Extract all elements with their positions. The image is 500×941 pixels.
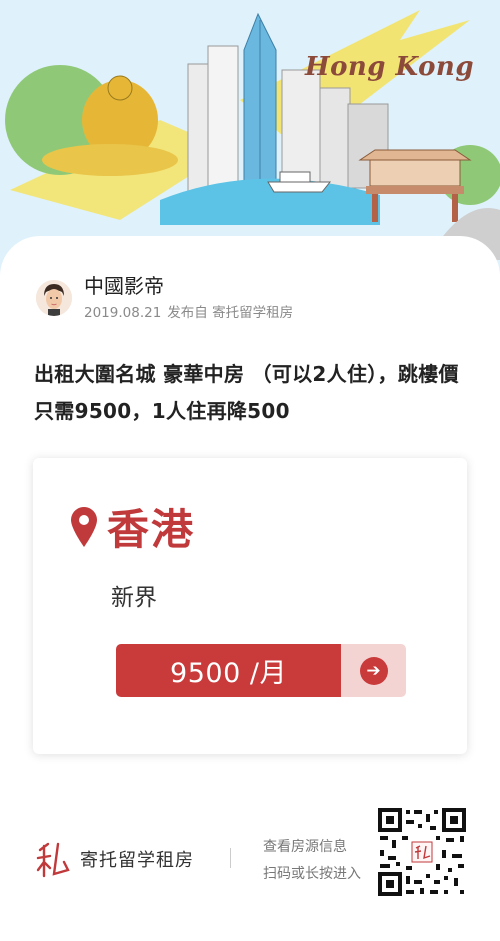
footer: 寄托留学租房 查看房源信息 扫码或长按进入 (0, 800, 500, 920)
post-date: 2019.08.21 (84, 305, 162, 321)
go-button[interactable]: ➔ (341, 644, 406, 697)
author-meta: 2019.08.21 发布自 寄托留学租房 (84, 301, 293, 321)
hero-title: Hong Kong (305, 52, 474, 82)
avatar-portrait-icon (36, 279, 72, 316)
brand-name: 寄托留学租房 (80, 850, 194, 871)
district-name: 新界 (111, 585, 157, 611)
footer-divider (230, 848, 231, 868)
publish-source: 发布自 寄托留学租房 (167, 305, 294, 321)
brand-logo-icon (36, 842, 70, 878)
avatar[interactable] (36, 279, 72, 316)
city-name: 香港 (107, 505, 196, 554)
price-label: 9500 /月 (116, 644, 341, 697)
post-title: 出租大圍名城 豪華中房 （可以2人住），跳樓價只需9500，1人住再降500 (34, 362, 459, 423)
author-name[interactable]: 中國影帝 (84, 274, 293, 298)
qr-caption-line2: 扫码或长按进入 (263, 866, 361, 882)
listing-card[interactable]: 香港 新界 9500 /月 ➔ (33, 458, 467, 754)
arrow-right-icon: ➔ (359, 656, 388, 685)
qr-caption-line1: 查看房源信息 (263, 839, 347, 855)
qr-code-icon[interactable] (376, 806, 468, 898)
location-row: 香港 (71, 496, 195, 557)
qr-caption: 查看房源信息 扫码或长按进入 (263, 834, 361, 888)
price-button[interactable]: 9500 /月 ➔ (116, 644, 406, 697)
brand: 寄托留学租房 (36, 840, 194, 878)
location-pin-icon (71, 506, 97, 547)
author-block: 中國影帝 2019.08.21 发布自 寄托留学租房 (36, 274, 293, 321)
